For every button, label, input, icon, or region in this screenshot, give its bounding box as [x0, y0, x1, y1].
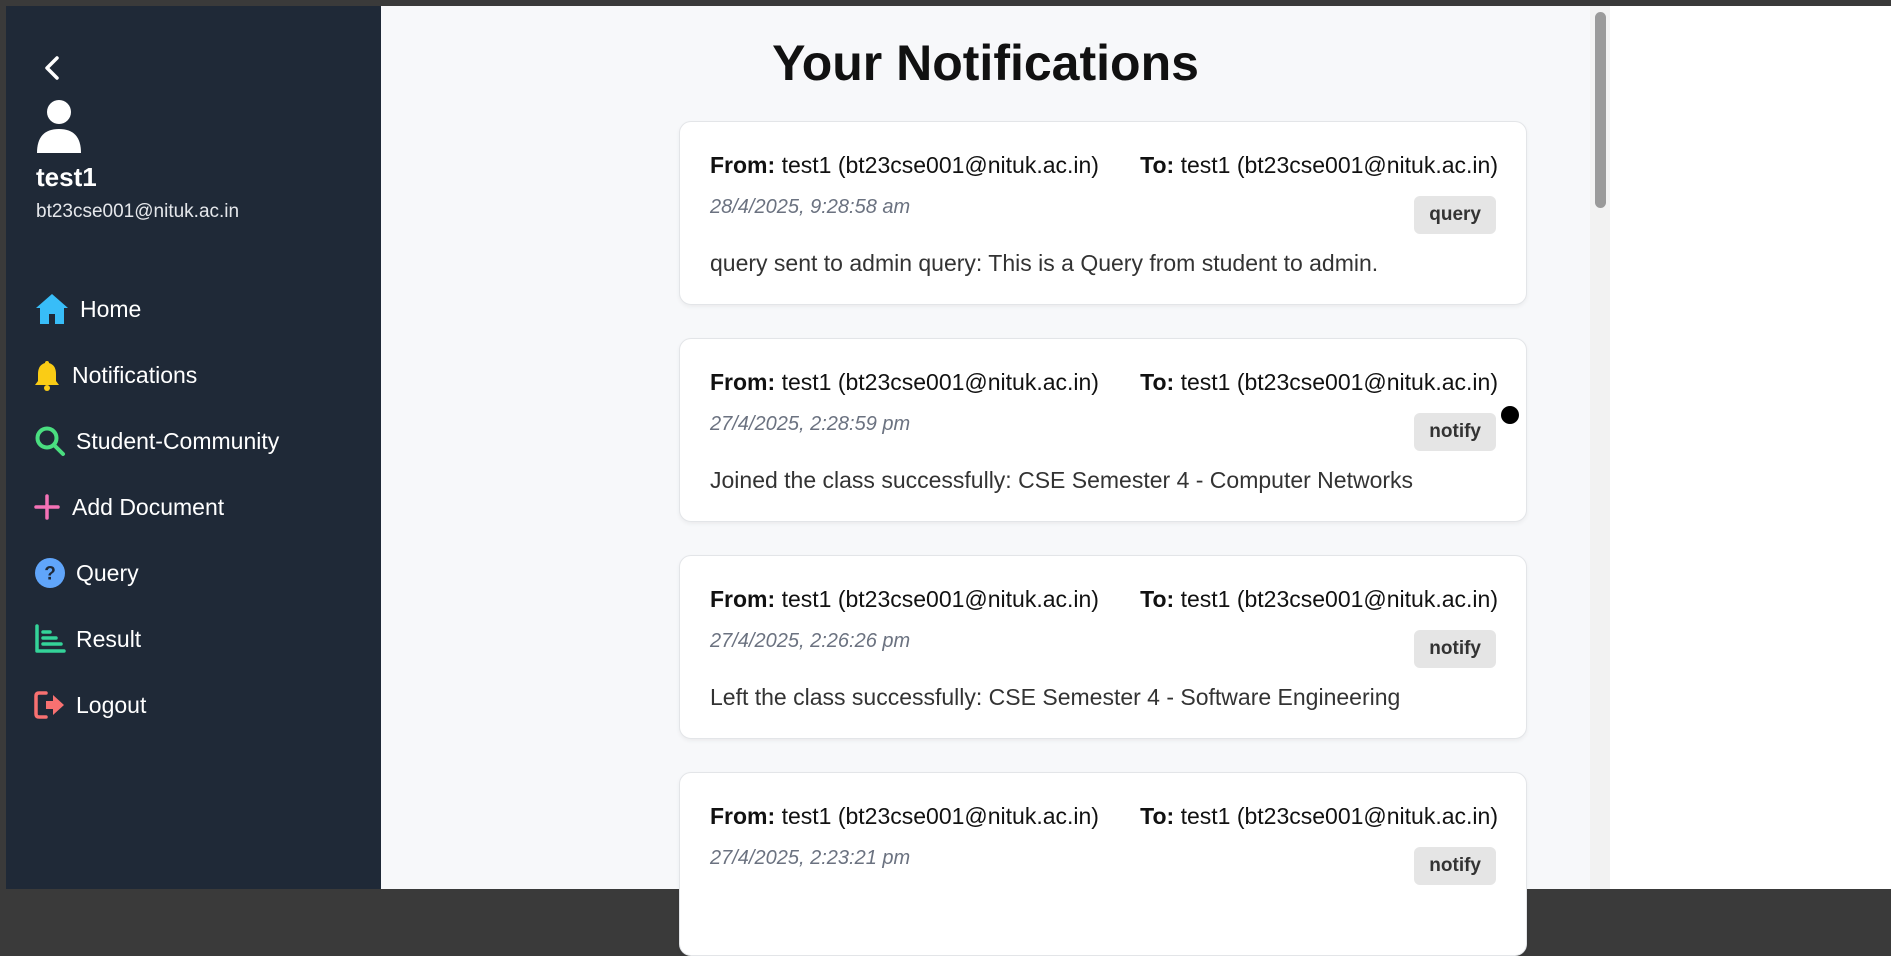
notification-to: To: test1 (bt23cse001@nituk.ac.in) — [1140, 803, 1498, 829]
sidebar-item-label: Home — [80, 295, 142, 322]
notification-to: To: test1 (bt23cse001@nituk.ac.in) — [1140, 369, 1498, 395]
notification-message: Left the class successfully: CSE Semeste… — [710, 684, 1401, 710]
chevron-left-icon — [45, 56, 59, 80]
bell-icon — [34, 356, 64, 394]
sidebar-item-query[interactable]: ? Query — [6, 540, 381, 606]
notification-time: 27/4/2025, 2:26:26 pm — [710, 630, 911, 652]
notification-from: From: test1 (bt23cse001@nituk.ac.in) — [710, 586, 1099, 612]
page-title: Your Notifications — [772, 35, 1199, 91]
notification-message: Joined the class successfully: CSE Semes… — [710, 467, 1414, 493]
page-background — [1590, 6, 1891, 889]
notification-to: To: test1 (bt23cse001@nituk.ac.in) — [1140, 152, 1498, 178]
search-icon — [34, 422, 68, 460]
mouse-cursor — [1501, 406, 1519, 424]
notification-card: From: test1 (bt23cse001@nituk.ac.in) To:… — [679, 772, 1527, 956]
notification-type-badge: notify — [1414, 630, 1496, 668]
sidebar: test1 bt23cse001@nituk.ac.in Home Notifi… — [6, 6, 381, 889]
sidebar-item-label: Query — [76, 559, 139, 586]
notification-card: From: test1 (bt23cse001@nituk.ac.in) To:… — [679, 121, 1527, 305]
sidebar-item-label: Result — [76, 625, 142, 652]
home-icon — [34, 290, 72, 328]
sidebar-item-logout[interactable]: Logout — [6, 672, 381, 738]
sidebar-item-add-document[interactable]: Add Document — [6, 474, 381, 540]
notifications-panel: Your Notifications From: test1 (bt23cse0… — [381, 6, 1590, 956]
notification-time: 28/4/2025, 9:28:58 am — [710, 196, 911, 218]
user-icon — [37, 100, 81, 153]
notification-from: From: test1 (bt23cse001@nituk.ac.in) — [710, 152, 1099, 178]
collapse-sidebar-button[interactable] — [32, 48, 72, 88]
user-email: bt23cse001@nituk.ac.in — [36, 201, 240, 222]
sidebar-nav: Home Notifications Student-Community Add… — [6, 276, 381, 738]
notification-card: From: test1 (bt23cse001@nituk.ac.in) To:… — [679, 338, 1527, 522]
app-window: test1 bt23cse001@nituk.ac.in Home Notifi… — [6, 6, 1891, 956]
scrollbar[interactable] — [1590, 6, 1610, 889]
notification-to: To: test1 (bt23cse001@nituk.ac.in) — [1140, 586, 1498, 612]
chart-icon — [34, 620, 68, 658]
notification-from: From: test1 (bt23cse001@nituk.ac.in) — [710, 803, 1099, 829]
notification-time: 27/4/2025, 2:28:59 pm — [710, 413, 911, 435]
notification-card: From: test1 (bt23cse001@nituk.ac.in) To:… — [679, 555, 1527, 739]
plus-icon — [34, 488, 64, 526]
sidebar-item-label: Add Document — [72, 493, 225, 520]
notification-message: query sent to admin query: This is a Que… — [710, 250, 1379, 276]
logout-icon — [34, 686, 68, 724]
sidebar-item-result[interactable]: Result — [6, 606, 381, 672]
sidebar-item-home[interactable]: Home — [6, 276, 381, 342]
sidebar-item-label: Notifications — [72, 361, 198, 388]
notification-type-badge: notify — [1414, 847, 1496, 885]
question-icon: ? — [34, 554, 68, 592]
user-name: test1 — [36, 162, 97, 192]
svg-text:?: ? — [44, 564, 56, 585]
sidebar-item-label: Logout — [76, 691, 147, 718]
scrollbar-thumb[interactable] — [1595, 12, 1606, 208]
notification-type-badge: notify — [1414, 413, 1496, 451]
sidebar-item-label: Student-Community — [76, 427, 280, 454]
sidebar-item-notifications[interactable]: Notifications — [6, 342, 381, 408]
avatar — [34, 99, 84, 155]
notification-from: From: test1 (bt23cse001@nituk.ac.in) — [710, 369, 1099, 395]
main-content: Your Notifications From: test1 (bt23cse0… — [381, 6, 1891, 956]
sidebar-item-student-community[interactable]: Student-Community — [6, 408, 381, 474]
notification-time: 27/4/2025, 2:23:21 pm — [710, 847, 911, 869]
notification-type-badge: query — [1414, 196, 1496, 234]
